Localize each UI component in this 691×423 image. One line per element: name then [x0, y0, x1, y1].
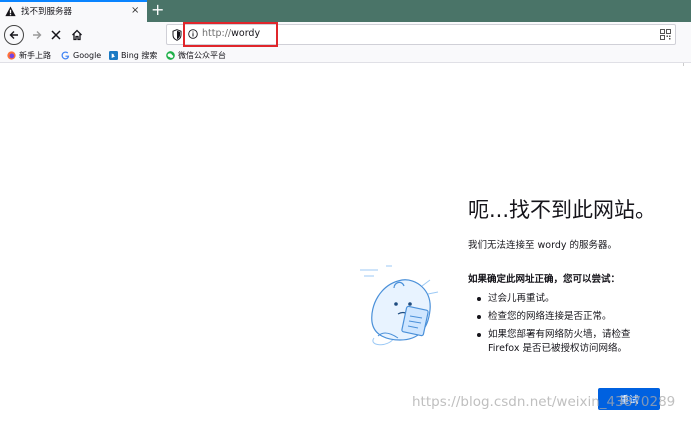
arrow-left-icon [9, 31, 18, 39]
wechat-icon [166, 50, 175, 60]
error-title: 呃...找不到此网站。 [468, 198, 657, 222]
error-description: 我们无法连接至 wordy 的服务器。 [468, 240, 618, 251]
firefox-icon [7, 50, 16, 60]
tab-strip: 找不到服务器 × + [0, 0, 691, 22]
tab-active[interactable]: 找不到服务器 × [0, 0, 147, 22]
warning-icon [5, 6, 16, 17]
home-icon [72, 29, 82, 41]
url-protocol: http:// [202, 28, 232, 39]
bookmark-google[interactable]: Google [61, 48, 101, 62]
tip-item: 如果您部署有网络防火墙，请检查 [468, 328, 631, 342]
navigation-toolbar: http://wordy [0, 22, 691, 66]
arrow-right-icon [33, 31, 42, 39]
stop-button[interactable] [45, 24, 67, 46]
url-host: wordy [231, 28, 261, 39]
shield-icon[interactable] [172, 29, 182, 41]
bookmark-label: 微信公众平台 [178, 50, 226, 60]
tab-title: 找不到服务器 [21, 7, 73, 17]
try-again-button[interactable]: 重试 [598, 388, 660, 410]
bookmarks-bar: 新手上路 Google Bing 搜索 微信公众平台 [0, 48, 691, 63]
new-tab-button[interactable]: + [151, 1, 164, 19]
bookmark-getting-started[interactable]: 新手上路 [7, 48, 51, 62]
close-tab-icon[interactable]: × [131, 5, 139, 17]
url-bar[interactable]: http://wordy [166, 24, 676, 45]
bookmark-wechat[interactable]: 微信公众平台 [166, 48, 226, 62]
error-illustration [360, 265, 439, 346]
qr-code-icon[interactable] [660, 29, 671, 40]
home-button[interactable] [66, 24, 88, 46]
tip-item: 过会儿再重试。 [468, 292, 631, 306]
bookmark-label: 新手上路 [19, 50, 51, 60]
bookmark-bing[interactable]: Bing 搜索 [109, 48, 157, 62]
tip-item-continued: Firefox 是否已被授权访问网络。 [488, 343, 627, 354]
info-icon[interactable] [188, 29, 198, 39]
tips-heading: 如果确定此网址正确，您可以尝试： [468, 274, 621, 285]
tips-list: 过会儿再重试。 检查您的网络连接是否正常。 如果您部署有网络防火墙，请检查 Fi… [468, 292, 631, 360]
tip-item: 检查您的网络连接是否正常。 [468, 310, 631, 324]
bing-icon [109, 50, 118, 60]
bookmark-label: Bing 搜索 [121, 50, 158, 60]
google-icon [61, 51, 70, 59]
back-button[interactable] [4, 25, 24, 45]
url-text[interactable]: http://wordy [202, 28, 260, 39]
close-icon [51, 30, 61, 40]
bookmark-label: Google [73, 50, 102, 60]
